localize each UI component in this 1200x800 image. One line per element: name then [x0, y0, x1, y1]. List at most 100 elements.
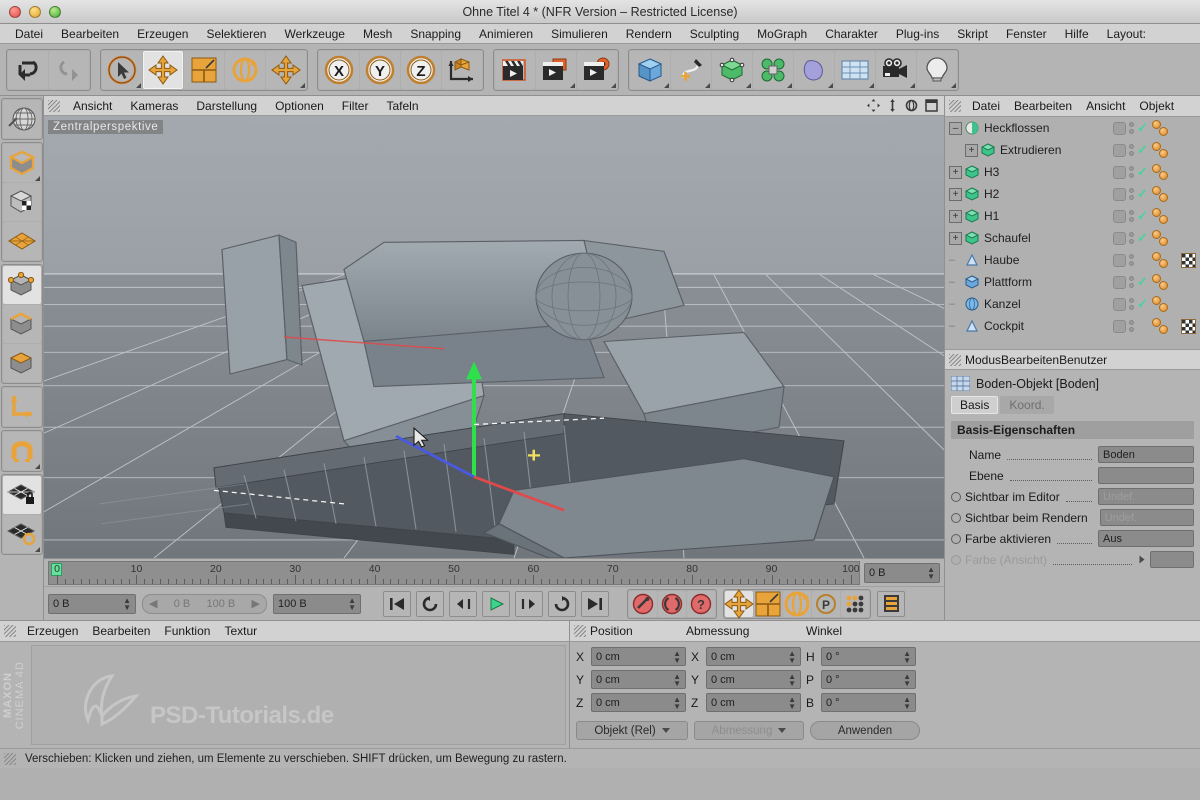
attribute-value-field[interactable]: Boden [1098, 446, 1194, 463]
visibility-dots[interactable] [1129, 298, 1134, 310]
render-visibility-dot[interactable] [1129, 305, 1134, 310]
visibility-dots[interactable] [1129, 188, 1134, 200]
rotation-h-field[interactable]: 0 °▲▼ [821, 647, 916, 666]
enable-snap-button[interactable] [3, 432, 41, 470]
add-spline-button[interactable] [671, 51, 711, 89]
add-cube-button[interactable] [630, 51, 670, 89]
menu-item-textur[interactable]: Textur [217, 621, 264, 642]
render-region-button[interactable] [536, 51, 576, 89]
size-z-field[interactable]: 0 cm▲▼ [706, 693, 801, 712]
enabled-checkmark-icon[interactable]: ✓ [1137, 120, 1149, 136]
spinner-icon[interactable]: ▲▼ [673, 650, 681, 664]
flyout-corner-icon[interactable] [828, 83, 833, 88]
visibility-dots[interactable] [1129, 210, 1134, 222]
position-z-field[interactable]: 0 cm▲▼ [591, 693, 686, 712]
menu-item-filter[interactable]: Filter [333, 96, 378, 116]
texture-mode-button[interactable] [3, 183, 41, 221]
keyframe-selection-button[interactable]: ? [687, 591, 715, 617]
spinner-icon[interactable]: ▲▼ [788, 673, 796, 687]
attribute-value-field[interactable]: Aus [1098, 530, 1194, 547]
mode-toolbar[interactable] [0, 96, 44, 620]
menu-item-ansicht[interactable]: Ansicht [64, 96, 121, 116]
layer-color-swatch[interactable] [1113, 232, 1126, 245]
object-tags[interactable] [1152, 295, 1178, 313]
panel-grip-icon[interactable] [4, 753, 16, 765]
editor-visibility-dot[interactable] [1129, 254, 1134, 259]
add-camera-button[interactable] [876, 51, 916, 89]
menu-item-kameras[interactable]: Kameras [121, 96, 187, 116]
menu-item-bearbeiten[interactable]: Bearbeiten [1007, 96, 1079, 117]
object-tags[interactable] [1152, 251, 1178, 269]
editor-visibility-dot[interactable] [1129, 210, 1134, 215]
enabled-checkmark-icon[interactable]: ✓ [1137, 274, 1149, 290]
expand-icon[interactable]: + [949, 210, 962, 223]
attribute-manager-menu[interactable]: ModusBearbeitenBenutzer [945, 349, 1200, 370]
undo-button[interactable] [8, 51, 48, 89]
attribute-tab-koord[interactable]: Koord. [1000, 396, 1053, 414]
menu-item-sculpting[interactable]: Sculpting [681, 24, 748, 44]
menu-item-ansicht[interactable]: Ansicht [1079, 96, 1132, 117]
previous-key-button[interactable] [416, 591, 444, 617]
material-tag-icon[interactable] [1181, 319, 1196, 334]
step-forward-button[interactable] [515, 591, 543, 617]
object-tags[interactable] [1152, 229, 1178, 247]
visibility-dots[interactable] [1129, 144, 1134, 156]
y-axis-lock-button[interactable]: Y [360, 51, 400, 89]
move-axis-button[interactable] [266, 51, 306, 89]
preview-range-field[interactable]: ◀ 0 B 100 B ▶ [142, 594, 267, 614]
layer-color-swatch[interactable] [1113, 166, 1126, 179]
attribute-radio[interactable] [951, 534, 961, 544]
object-tags[interactable] [1152, 141, 1178, 159]
menu-item-skript[interactable]: Skript [948, 24, 997, 44]
object-tags[interactable] [1152, 185, 1178, 203]
menu-item-fenster[interactable]: Fenster [997, 24, 1056, 44]
range-prev-icon[interactable]: ◀ [149, 597, 157, 610]
menu-item-modus[interactable]: Modus [965, 353, 1001, 367]
object-manager-menu[interactable]: DateiBearbeitenAnsichtObjekt [945, 96, 1200, 117]
go-to-start-button[interactable] [383, 591, 411, 617]
object-row[interactable]: +Extrudieren✓ [945, 139, 1200, 161]
attribute-radio[interactable] [951, 513, 961, 523]
render-view-button[interactable] [495, 51, 535, 89]
menu-item-layout[interactable]: Layout: [1098, 24, 1155, 44]
render-visibility-dot[interactable] [1129, 129, 1134, 134]
layer-color-swatch[interactable] [1113, 144, 1126, 157]
timeline-ruler-bar[interactable]: 0102030405060708090100 0 B ▲▼ [44, 558, 944, 586]
visibility-dots[interactable] [1129, 320, 1134, 332]
add-environment-button[interactable] [835, 51, 875, 89]
chevron-right-icon[interactable] [1140, 556, 1145, 564]
redo-button[interactable] [49, 51, 89, 89]
menu-item-optionen[interactable]: Optionen [266, 96, 333, 116]
menu-item-rendern[interactable]: Rendern [617, 24, 681, 44]
enabled-checkmark-icon[interactable]: ✓ [1137, 142, 1149, 158]
visibility-dots[interactable] [1129, 276, 1134, 288]
spinner-icon[interactable]: ▲▼ [903, 650, 911, 664]
render-settings-button[interactable] [577, 51, 617, 89]
tag-dot[interactable] [1159, 171, 1168, 180]
layer-color-swatch[interactable] [1113, 188, 1126, 201]
layer-color-swatch[interactable] [1113, 254, 1126, 267]
enabled-checkmark-icon[interactable]: ✓ [1137, 296, 1149, 312]
menu-item-snapping[interactable]: Snapping [401, 24, 470, 44]
object-row[interactable]: +H2✓ [945, 183, 1200, 205]
rotation-p-field[interactable]: 0 °▲▼ [821, 670, 916, 689]
render-visibility-dot[interactable] [1129, 261, 1134, 266]
enabled-checkmark-icon[interactable]: ✓ [1137, 164, 1149, 180]
layer-color-swatch[interactable] [1113, 298, 1126, 311]
model-mode-button[interactable] [3, 144, 41, 182]
object-tags[interactable] [1152, 207, 1178, 225]
points-mode-button[interactable] [3, 266, 41, 304]
spinner-icon[interactable]: ▲▼ [673, 696, 681, 710]
expand-icon[interactable]: + [965, 144, 978, 157]
panel-grip-icon[interactable] [949, 354, 961, 366]
menu-item-mograph[interactable]: MoGraph [748, 24, 816, 44]
autokey-button[interactable] [658, 591, 686, 617]
expand-icon[interactable]: + [949, 166, 962, 179]
editor-visibility-dot[interactable] [1129, 232, 1134, 237]
layer-color-swatch[interactable] [1113, 122, 1126, 135]
flyout-corner-icon[interactable] [35, 464, 40, 469]
object-row[interactable]: –Kanzel✓ [945, 293, 1200, 315]
editor-visibility-dot[interactable] [1129, 298, 1134, 303]
flyout-corner-icon[interactable] [951, 83, 956, 88]
size-mode-dropdown[interactable]: Abmessung [694, 721, 804, 740]
